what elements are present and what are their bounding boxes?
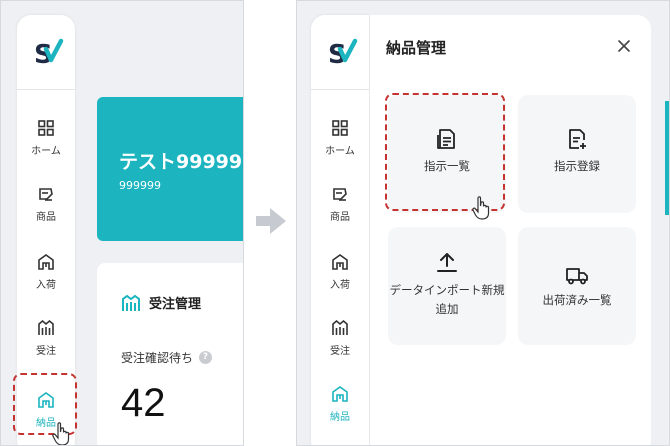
nav-label-delivery: 納品 (330, 412, 350, 423)
nav-item-delivery[interactable]: 納品 (17, 391, 75, 441)
logo-divider (17, 89, 75, 90)
nav-item-order[interactable]: 受注 (311, 319, 369, 369)
nav-item-receiving[interactable]: 入荷 (311, 253, 369, 303)
arrow-right-icon (256, 208, 286, 234)
upload-icon (437, 253, 457, 272)
nav-label-receiving: 入荷 (330, 280, 350, 291)
nav-item-product[interactable]: 商品 (17, 185, 75, 235)
delivery-icon (38, 392, 54, 408)
nav-item-home[interactable]: ホーム (17, 119, 75, 169)
sidebar: S ホーム 商品 入荷 受注 納品 (311, 15, 369, 445)
tile-label-line2: 追加 (435, 302, 459, 316)
delivery-menu-panel: 納品管理 指示一覧 指示登録 データインポート新規 追加 出荷済み一覧 (369, 15, 651, 445)
tile-data-import[interactable]: データインポート新規 追加 (388, 227, 506, 345)
nav-label-product: 商品 (36, 212, 56, 223)
nav-label-order: 受注 (36, 346, 56, 357)
close-icon[interactable] (615, 37, 633, 55)
nav-item-delivery[interactable]: 納品 (311, 385, 369, 435)
order-management-card: 受注管理 受注確認待ち ? 42 (97, 263, 243, 445)
nav-item-receiving[interactable]: 入荷 (17, 253, 75, 303)
nav-item-product[interactable]: 商品 (311, 185, 369, 235)
nav-label-product: 商品 (330, 212, 350, 223)
nav-item-order[interactable]: 受注 (17, 319, 75, 369)
pending-orders-count: 42 (121, 381, 166, 425)
company-banner: テスト999999 999999 (97, 97, 244, 241)
app-logo: S (328, 38, 358, 70)
order-icon (122, 294, 140, 311)
document-list-icon (437, 129, 455, 149)
tile-instruction-list[interactable]: 指示一覧 (388, 95, 506, 213)
tile-label: 出荷済み一覧 (542, 293, 612, 307)
company-code: 999999 (119, 179, 161, 192)
nav-label-home: ホーム (31, 146, 61, 157)
receiving-icon (332, 254, 348, 270)
order-icon (38, 319, 54, 335)
nav-label-receiving: 入荷 (36, 280, 56, 291)
screen-before: テスト999999 999999 受注管理 受注確認待ち ? 42 S ホーム (0, 0, 244, 446)
pending-orders-label: 受注確認待ち ? (121, 349, 213, 366)
tile-instruction-register[interactable]: 指示登録 (518, 95, 636, 213)
tile-label-line1: データインポート新規 (389, 283, 505, 297)
grid-icon (332, 120, 348, 136)
grid-icon (38, 120, 54, 136)
order-icon (332, 319, 348, 335)
help-icon[interactable]: ? (199, 351, 213, 364)
app-logo: S (34, 38, 64, 70)
document-add-icon (569, 129, 586, 149)
logo-divider (311, 89, 369, 90)
nav-item-home[interactable]: ホーム (311, 119, 369, 169)
product-icon (39, 188, 53, 201)
menu-title: 納品管理 (386, 39, 447, 57)
nav-label-home: ホーム (325, 146, 355, 157)
nav-label-delivery: 納品 (36, 418, 56, 429)
card-title: 受注管理 (149, 297, 202, 312)
delivery-icon (332, 386, 348, 402)
product-icon (333, 188, 347, 201)
pending-orders-text: 受注確認待ち (121, 351, 194, 365)
truck-icon (566, 268, 588, 285)
sidebar: S ホーム 商品 入荷 受注 納品 (17, 15, 75, 445)
receiving-icon (38, 254, 54, 270)
screen-after: S ホーム 商品 入荷 受注 納品 納品管理 指示一覧 指示登録 データインポー… (296, 0, 670, 446)
company-name: テスト999999 (119, 151, 244, 173)
nav-label-order: 受注 (330, 346, 350, 357)
card-header: 受注管理 (121, 293, 201, 312)
tile-label: 指示一覧 (424, 159, 470, 173)
banner-edge (665, 101, 669, 215)
tile-label: 指示登録 (554, 159, 600, 173)
tile-shipped-list[interactable]: 出荷済み一覧 (518, 227, 636, 345)
